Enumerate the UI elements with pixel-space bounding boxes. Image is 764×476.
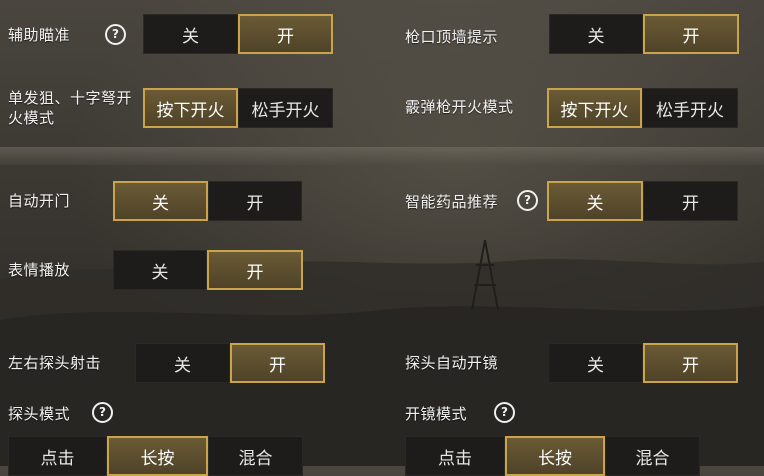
aim-assist-toggle: 关 开 [143,14,333,54]
smart-meds-toggle: 关 开 [547,181,738,221]
muzzle-hint-on-option[interactable]: 开 [643,14,739,54]
aim-assist-off-option[interactable]: 关 [143,14,238,54]
peek-fire-on-option[interactable]: 开 [230,343,325,383]
aim-assist-label: 辅助瞄准 [8,26,71,44]
question-circle-icon[interactable]: ? [105,24,126,45]
question-circle-icon[interactable]: ? [92,402,113,423]
muzzle-hint-toggle: 关 开 [549,14,739,54]
shotgun-fire-mode-toggle: 按下开火 松手开火 [547,88,738,128]
muzzle-hint-off-option[interactable]: 关 [549,14,643,54]
sniper-fire-mode-label: 单发狙、十字弩开火模式 [8,89,133,127]
peek-scope-off-option[interactable]: 关 [548,343,643,383]
sniper-release-fire-option[interactable]: 松手开火 [238,88,333,128]
scope-mode-selector: 点击 长按 混合 [405,436,700,476]
emote-toggle: 关 开 [113,250,303,290]
question-circle-icon[interactable]: ? [494,402,515,423]
shotgun-press-fire-option[interactable]: 按下开火 [547,88,642,128]
peek-mode-label: 探头模式 [8,405,71,423]
section-divider [0,147,764,165]
auto-door-label: 自动开门 [8,192,71,210]
scope-mode-tap-option[interactable]: 点击 [405,436,505,476]
peek-auto-scope-toggle: 关 开 [548,343,738,383]
shotgun-release-fire-option[interactable]: 松手开火 [642,88,738,128]
auto-door-toggle: 关 开 [113,181,302,221]
question-circle-icon[interactable]: ? [517,190,538,211]
peek-mode-selector: 点击 长按 混合 [8,436,303,476]
peek-mode-mixed-option[interactable]: 混合 [208,436,303,476]
aim-assist-on-option[interactable]: 开 [238,14,333,54]
auto-door-on-option[interactable]: 开 [208,181,302,221]
smart-meds-off-option[interactable]: 关 [547,181,643,221]
muzzle-hint-label: 枪口顶墙提示 [405,28,499,46]
sniper-fire-mode-toggle: 按下开火 松手开火 [143,88,333,128]
peek-mode-hold-option[interactable]: 长按 [107,436,208,476]
scope-mode-mixed-option[interactable]: 混合 [605,436,700,476]
sniper-press-fire-option[interactable]: 按下开火 [143,88,238,128]
background-scene [0,0,764,466]
emote-on-option[interactable]: 开 [207,250,303,290]
scope-mode-label: 开镜模式 [405,405,468,423]
auto-door-off-option[interactable]: 关 [113,181,208,221]
emote-label: 表情播放 [8,261,71,279]
peek-scope-on-option[interactable]: 开 [643,343,738,383]
peek-auto-scope-label: 探头自动开镜 [405,354,499,372]
smart-meds-label: 智能药品推荐 [405,193,499,211]
peek-fire-toggle: 关 开 [135,343,325,383]
peek-fire-label: 左右探头射击 [8,354,102,372]
shotgun-fire-mode-label: 霰弹枪开火模式 [405,98,514,116]
emote-off-option[interactable]: 关 [113,250,207,290]
smart-meds-on-option[interactable]: 开 [643,181,738,221]
scope-mode-hold-option[interactable]: 长按 [505,436,605,476]
peek-fire-off-option[interactable]: 关 [135,343,230,383]
peek-mode-tap-option[interactable]: 点击 [8,436,107,476]
